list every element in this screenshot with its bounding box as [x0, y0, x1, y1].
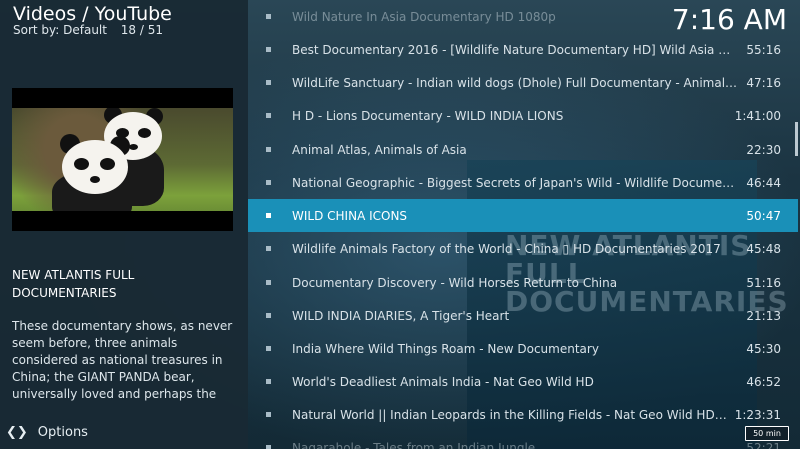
item-duration: 21:13 [746, 308, 781, 323]
item-duration: 45:48 [746, 241, 781, 256]
list-item[interactable]: Wildlife Animals Factory of the World - … [248, 232, 798, 265]
info-panel: Videos / YouTube Sort by: Default 18 / 5… [0, 0, 248, 449]
item-title: WILD INDIA DIARIES, A Tiger's Heart [292, 308, 510, 323]
bullet-icon [266, 412, 271, 417]
item-position: 18 / 51 [120, 23, 164, 37]
bullet-icon [266, 47, 271, 52]
item-title: Natural World || Indian Leopards in the … [292, 407, 727, 422]
item-title: Nagarahole - Tales from an Indian Jungle [292, 440, 536, 449]
list-item-selected[interactable]: WILD CHINA ICONS 50:47 [248, 199, 798, 232]
list-item[interactable]: Documentary Discovery - Wild Horses Retu… [248, 266, 798, 299]
bullet-icon [266, 147, 271, 152]
bullet-icon [266, 180, 271, 185]
item-title: Documentary Discovery - Wild Horses Retu… [292, 275, 618, 290]
item-title: WildLife Sanctuary - Indian wild dogs (D… [292, 75, 739, 90]
item-duration: 50:47 [746, 208, 781, 223]
list-item[interactable]: India Where Wild Things Roam - New Docum… [248, 332, 798, 365]
list-item[interactable]: WILD INDIA DIARIES, A Tiger's Heart 21:1… [248, 299, 798, 332]
sort-label: Sort by: Default [13, 23, 107, 37]
item-title: Best Documentary 2016 - [Wildlife Nature… [292, 42, 738, 57]
list-item[interactable]: Natural World || Indian Leopards in the … [248, 398, 798, 431]
item-title: H D - Lions Documentary - WILD INDIA LIO… [292, 108, 564, 123]
clock: 7:16 AM [671, 3, 787, 36]
bullet-icon [266, 280, 271, 285]
list-item[interactable]: National Geographic - Biggest Secrets of… [248, 166, 798, 199]
list-item[interactable]: World's Deadliest Animals India - Nat Ge… [248, 365, 798, 398]
item-duration: 47:16 [746, 75, 781, 90]
page-title: Videos / YouTube [13, 3, 172, 25]
item-title: India Where Wild Things Roam - New Docum… [292, 341, 599, 356]
bullet-icon [266, 379, 271, 384]
item-duration: 52:21 [746, 440, 781, 449]
item-title: World's Deadliest Animals India - Nat Ge… [292, 374, 594, 389]
video-list: Wild Nature In Asia Documentary HD 1080p… [248, 0, 800, 449]
item-duration: 1:41:00 [734, 108, 781, 123]
item-duration: 22:30 [746, 142, 781, 157]
scrollbar[interactable] [795, 122, 798, 156]
list-item[interactable]: WildLife Sanctuary - Indian wild dogs (D… [248, 66, 798, 99]
item-duration: 51:16 [746, 275, 781, 290]
item-title: WILD CHINA ICONS [292, 208, 408, 223]
bullet-icon [266, 213, 271, 218]
item-duration: 45:30 [746, 341, 781, 356]
item-duration: 46:52 [746, 374, 781, 389]
bullet-icon [266, 246, 271, 251]
show-heading: NEW ATLANTIS FULL DOCUMENTARIES [12, 268, 135, 300]
bullet-icon [266, 313, 271, 318]
list-item[interactable]: Animal Atlas, Animals of Asia 22:30 [248, 133, 798, 166]
item-duration: 46:44 [746, 175, 781, 190]
sort-info: Sort by: Default 18 / 51 [13, 23, 163, 37]
item-title: National Geographic - Biggest Secrets of… [292, 175, 739, 190]
video-thumbnail [12, 88, 233, 231]
item-title: Wildlife Animals Factory of the World - … [292, 241, 721, 256]
item-duration: 1:23:31 [734, 407, 781, 422]
options-label: Options [37, 425, 88, 440]
duration-badge: 50 min [745, 426, 789, 441]
item-duration: 55:16 [746, 42, 781, 57]
thumbnail-image [12, 108, 233, 211]
item-title: Animal Atlas, Animals of Asia [292, 142, 467, 157]
list-item[interactable]: Best Documentary 2016 - [Wildlife Nature… [248, 33, 798, 66]
list-item[interactable]: Nagarahole - Tales from an Indian Jungle… [248, 431, 798, 449]
bullet-icon [266, 80, 271, 85]
bullet-icon [266, 346, 271, 351]
bullet-icon [266, 113, 271, 118]
bullet-icon [266, 445, 271, 449]
options-button[interactable]: ❮❯ Options [6, 425, 88, 440]
options-chevron-icon: ❮❯ [6, 425, 28, 440]
bullet-icon [266, 14, 271, 19]
show-description: These documentary shows, as never seem b… [12, 319, 233, 401]
list-item[interactable]: H D - Lions Documentary - WILD INDIA LIO… [248, 99, 798, 132]
